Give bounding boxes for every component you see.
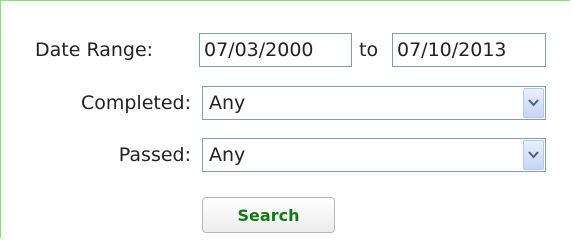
- passed-label: Passed:: [118, 144, 191, 166]
- chevron-down-icon[interactable]: [523, 140, 544, 170]
- date-range-label: Date Range:: [35, 39, 154, 61]
- completed-select[interactable]: Any: [202, 86, 546, 120]
- passed-select-value: Any: [209, 144, 246, 166]
- completed-label: Completed:: [80, 92, 191, 114]
- chevron-down-icon[interactable]: [523, 88, 544, 118]
- search-panel: Date Range: 07/03/2000 to 07/10/2013 Com…: [0, 0, 570, 238]
- completed-select-value: Any: [209, 92, 246, 114]
- search-button[interactable]: Search: [202, 197, 335, 233]
- date-from-input[interactable]: 07/03/2000: [199, 33, 352, 67]
- date-to-input[interactable]: 07/10/2013: [392, 33, 546, 67]
- passed-select[interactable]: Any: [202, 138, 546, 172]
- to-label: to: [359, 39, 379, 61]
